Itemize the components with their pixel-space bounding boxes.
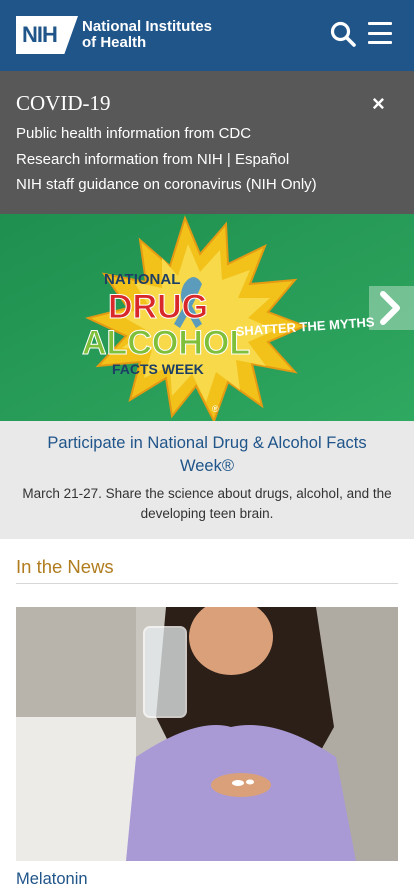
- carousel-next-button[interactable]: [369, 286, 414, 330]
- nih-logo-text: National Institutes of Health: [82, 19, 212, 51]
- hero-caption-description: March 21-27. Share the science about dru…: [22, 486, 392, 521]
- search-button[interactable]: [329, 20, 357, 48]
- covid-link-staff[interactable]: NIH staff guidance on coronavirus (NIH O…: [16, 176, 317, 193]
- news-divider: [16, 583, 398, 584]
- news-photo: [16, 607, 398, 861]
- nih-logo-badge: NIH: [16, 16, 78, 54]
- logo-line-2: of Health: [82, 34, 147, 51]
- covid-link-research[interactable]: Research information from NIH | Español: [16, 151, 289, 168]
- logo-line-1: National Institutes: [82, 18, 213, 35]
- hero-text-national: NATIONAL: [104, 271, 180, 288]
- hero-text-facts-week: FACTS WEEK: [112, 361, 204, 377]
- hero-caption: Participate in National Drug & Alcohol F…: [0, 421, 414, 539]
- covid-title: COVID-19: [16, 91, 111, 115]
- search-icon: [330, 21, 356, 47]
- hero-text-alcohol: ALCOHOL: [82, 324, 250, 362]
- hero-banner-image: NATIONAL DRUG ALCOHOL FACTS WEEK SHATTER…: [0, 214, 414, 421]
- menu-button[interactable]: [368, 22, 392, 44]
- chevron-right-icon: [380, 291, 400, 325]
- hamburger-menu-icon: [368, 22, 392, 25]
- hero-carousel[interactable]: NATIONAL DRUG ALCOHOL FACTS WEEK SHATTER…: [0, 214, 414, 421]
- site-header: NIH National Institutes of Health: [0, 0, 414, 71]
- covid-link-cdc[interactable]: Public health information from CDC: [16, 125, 251, 142]
- news-item-image[interactable]: [16, 607, 398, 861]
- nih-logo[interactable]: NIH National Institutes of Health: [16, 16, 212, 54]
- hero-text-drug: DRUG: [108, 288, 208, 326]
- close-icon[interactable]: ×: [372, 93, 385, 115]
- hero-registered-mark: ®: [212, 404, 219, 414]
- news-item-title-link[interactable]: Melatonin: [16, 870, 88, 889]
- hero-caption-title[interactable]: Participate in National Drug & Alcohol F…: [30, 432, 384, 478]
- covid-banner: COVID-19 × Public health information fro…: [0, 71, 414, 214]
- news-section-heading: In the News: [16, 556, 114, 577]
